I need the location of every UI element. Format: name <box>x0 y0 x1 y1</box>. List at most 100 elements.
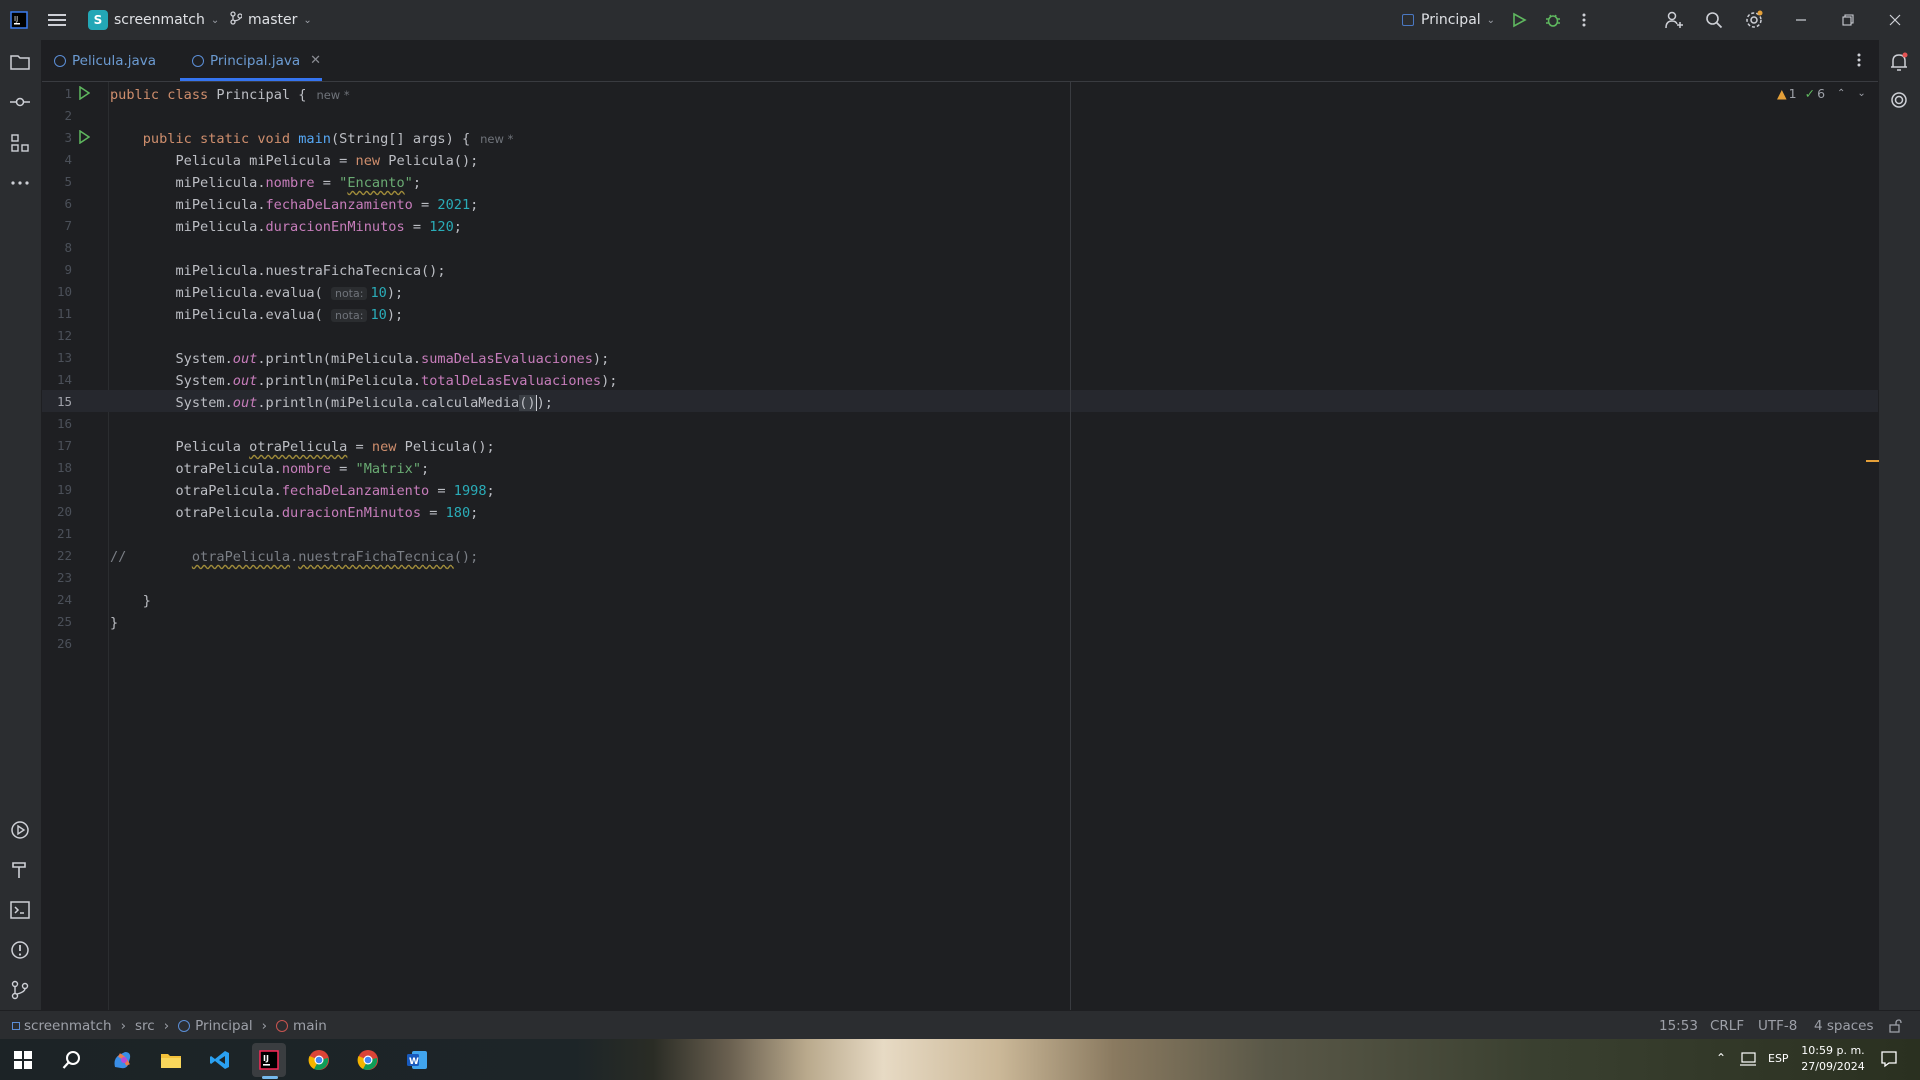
code-with-me-icon[interactable] <box>1665 0 1685 40</box>
run-main-gutter-icon[interactable] <box>78 129 91 148</box>
tab-options-icon[interactable] <box>1857 52 1861 72</box>
breadcrumb: screenmatch › src › Principal › main <box>12 1011 327 1040</box>
terminal-icon[interactable] <box>8 898 32 922</box>
line-number: 21 <box>56 526 72 541</box>
windows-taskbar: IJ W ⌃ ESP 10:59 p. m. 27/09/2024 <box>0 1039 1920 1080</box>
problems-icon[interactable] <box>8 938 32 962</box>
line-number: 11 <box>56 306 72 321</box>
chevron-down-icon: ⌄ <box>1486 14 1496 26</box>
caret-position[interactable]: 15:53 <box>1659 1011 1698 1040</box>
code-line: Pelicula otraPelicula = new Pelicula(); <box>110 439 495 455</box>
code-line-comment: // otraPelicula.nuestraFichaTecnica(); <box>110 549 479 565</box>
svg-text:W: W <box>409 1057 419 1067</box>
chrome-profile-icon[interactable] <box>351 1043 385 1077</box>
vcs-branch-selector[interactable]: master ⌄ <box>230 0 312 40</box>
file-explorer-icon[interactable] <box>154 1043 188 1077</box>
commit-icon[interactable] <box>8 90 32 114</box>
vscode-icon[interactable] <box>203 1043 237 1077</box>
clock-date: 27/09/2024 <box>1801 1060 1865 1073</box>
minimize-window-icon[interactable] <box>1795 0 1807 40</box>
close-window-icon[interactable] <box>1889 0 1901 40</box>
svg-text:IJ: IJ <box>14 15 18 23</box>
network-icon[interactable] <box>1739 1052 1757 1070</box>
run-icon[interactable] <box>1511 0 1527 40</box>
main-menu-icon[interactable] <box>48 0 66 40</box>
breadcrumb-item[interactable]: Principal <box>195 1018 253 1034</box>
search-icon[interactable] <box>55 1043 89 1077</box>
chevron-right-icon: › <box>163 1017 170 1034</box>
line-separator[interactable]: CRLF <box>1710 1011 1744 1040</box>
windows-start-icon[interactable] <box>6 1043 40 1077</box>
indent-setting[interactable]: 4 spaces <box>1814 1011 1874 1040</box>
line-number: 17 <box>56 438 72 453</box>
git-branch-icon <box>230 11 243 29</box>
line-number: 24 <box>56 592 72 607</box>
left-tool-strip <box>0 40 42 1010</box>
language-indicator[interactable]: ESP <box>1768 1052 1789 1065</box>
structure-icon[interactable] <box>8 131 32 155</box>
settings-gear-icon[interactable] <box>1744 0 1764 40</box>
clock[interactable]: 10:59 p. m. 27/09/2024 <box>1798 1043 1868 1075</box>
editor-tab-bar: Pelicula.java Principal.java ✕ <box>42 40 1878 82</box>
ai-assistant-icon[interactable] <box>1887 88 1911 112</box>
code-line: public class Principal {new * <box>110 87 350 103</box>
run-config-icon <box>1402 14 1414 26</box>
project-folder-icon[interactable] <box>8 50 32 74</box>
more-actions-icon[interactable] <box>1582 0 1586 40</box>
intellij-logo-icon[interactable]: IJ <box>10 0 28 40</box>
project-selector[interactable]: S screenmatch ⌄ <box>88 0 219 40</box>
tab-label: Pelicula.java <box>72 52 157 69</box>
line-number: 16 <box>56 416 72 431</box>
code-line: miPelicula.nuestraFichaTecnica(); <box>110 263 446 279</box>
file-encoding[interactable]: UTF-8 <box>1758 1011 1797 1040</box>
intellij-taskbar-icon[interactable]: IJ <box>252 1043 286 1077</box>
word-icon[interactable]: W <box>400 1043 434 1077</box>
line-number: 26 <box>56 636 72 651</box>
line-number: 13 <box>56 350 72 365</box>
tab-pelicula-java[interactable]: Pelicula.java <box>54 40 156 81</box>
code-line-current: System.out.println(miPelicula.calculaMed… <box>110 395 553 411</box>
line-number: 6 <box>64 196 72 211</box>
restore-window-icon[interactable] <box>1842 0 1854 40</box>
run-config-selector[interactable]: Principal ⌄ <box>1402 0 1495 40</box>
chevron-down-icon: ⌄ <box>210 14 220 26</box>
tab-label: Principal.java <box>210 52 301 69</box>
services-icon[interactable] <box>8 818 32 842</box>
debug-icon[interactable] <box>1545 0 1561 40</box>
code-line: miPelicula.evalua( nota: 10); <box>110 285 404 301</box>
build-hammer-icon[interactable] <box>8 858 32 882</box>
branch-name: master <box>248 12 298 28</box>
code-editor[interactable]: public class Principal {new * public sta… <box>108 82 1879 1010</box>
new-hint: new * <box>480 132 514 146</box>
line-number: 20 <box>56 504 72 519</box>
title-bar: IJ S screenmatch ⌄ master ⌄ Principal ⌄ <box>0 0 1920 40</box>
breadcrumb-item[interactable]: screenmatch <box>24 1018 112 1034</box>
run-class-gutter-icon[interactable] <box>78 85 91 104</box>
breadcrumb-item[interactable]: src <box>135 1018 155 1034</box>
svg-text:IJ: IJ <box>263 1054 269 1063</box>
line-number: 7 <box>64 218 72 233</box>
tab-principal-java[interactable]: Principal.java ✕ <box>192 40 321 81</box>
line-number: 1 <box>64 86 72 101</box>
code-line: miPelicula.duracionEnMinutos = 120; <box>110 219 462 235</box>
code-line: miPelicula.evalua( nota: 10); <box>110 307 404 323</box>
line-number: 18 <box>56 460 72 475</box>
git-icon[interactable] <box>8 978 32 1002</box>
java-class-icon <box>54 54 66 67</box>
show-hidden-icons-chevron-icon[interactable]: ⌃ <box>1716 1051 1726 1065</box>
project-name: screenmatch <box>114 12 205 28</box>
right-tool-strip <box>1879 40 1920 1010</box>
more-tool-windows-icon[interactable] <box>8 171 32 195</box>
method-icon <box>276 1019 289 1032</box>
lock-icon[interactable] <box>1888 1011 1902 1040</box>
notifications-bell-icon[interactable] <box>1887 50 1911 74</box>
breadcrumb-item[interactable]: main <box>293 1018 327 1034</box>
notification-center-icon[interactable] <box>1880 1050 1898 1072</box>
chrome-icon[interactable] <box>302 1043 336 1077</box>
copilot-icon[interactable] <box>105 1043 139 1077</box>
search-icon[interactable] <box>1705 0 1723 40</box>
close-tab-icon[interactable]: ✕ <box>310 53 321 68</box>
line-number: 23 <box>56 570 72 585</box>
chevron-right-icon: › <box>120 1017 126 1034</box>
line-number: 25 <box>56 614 72 629</box>
